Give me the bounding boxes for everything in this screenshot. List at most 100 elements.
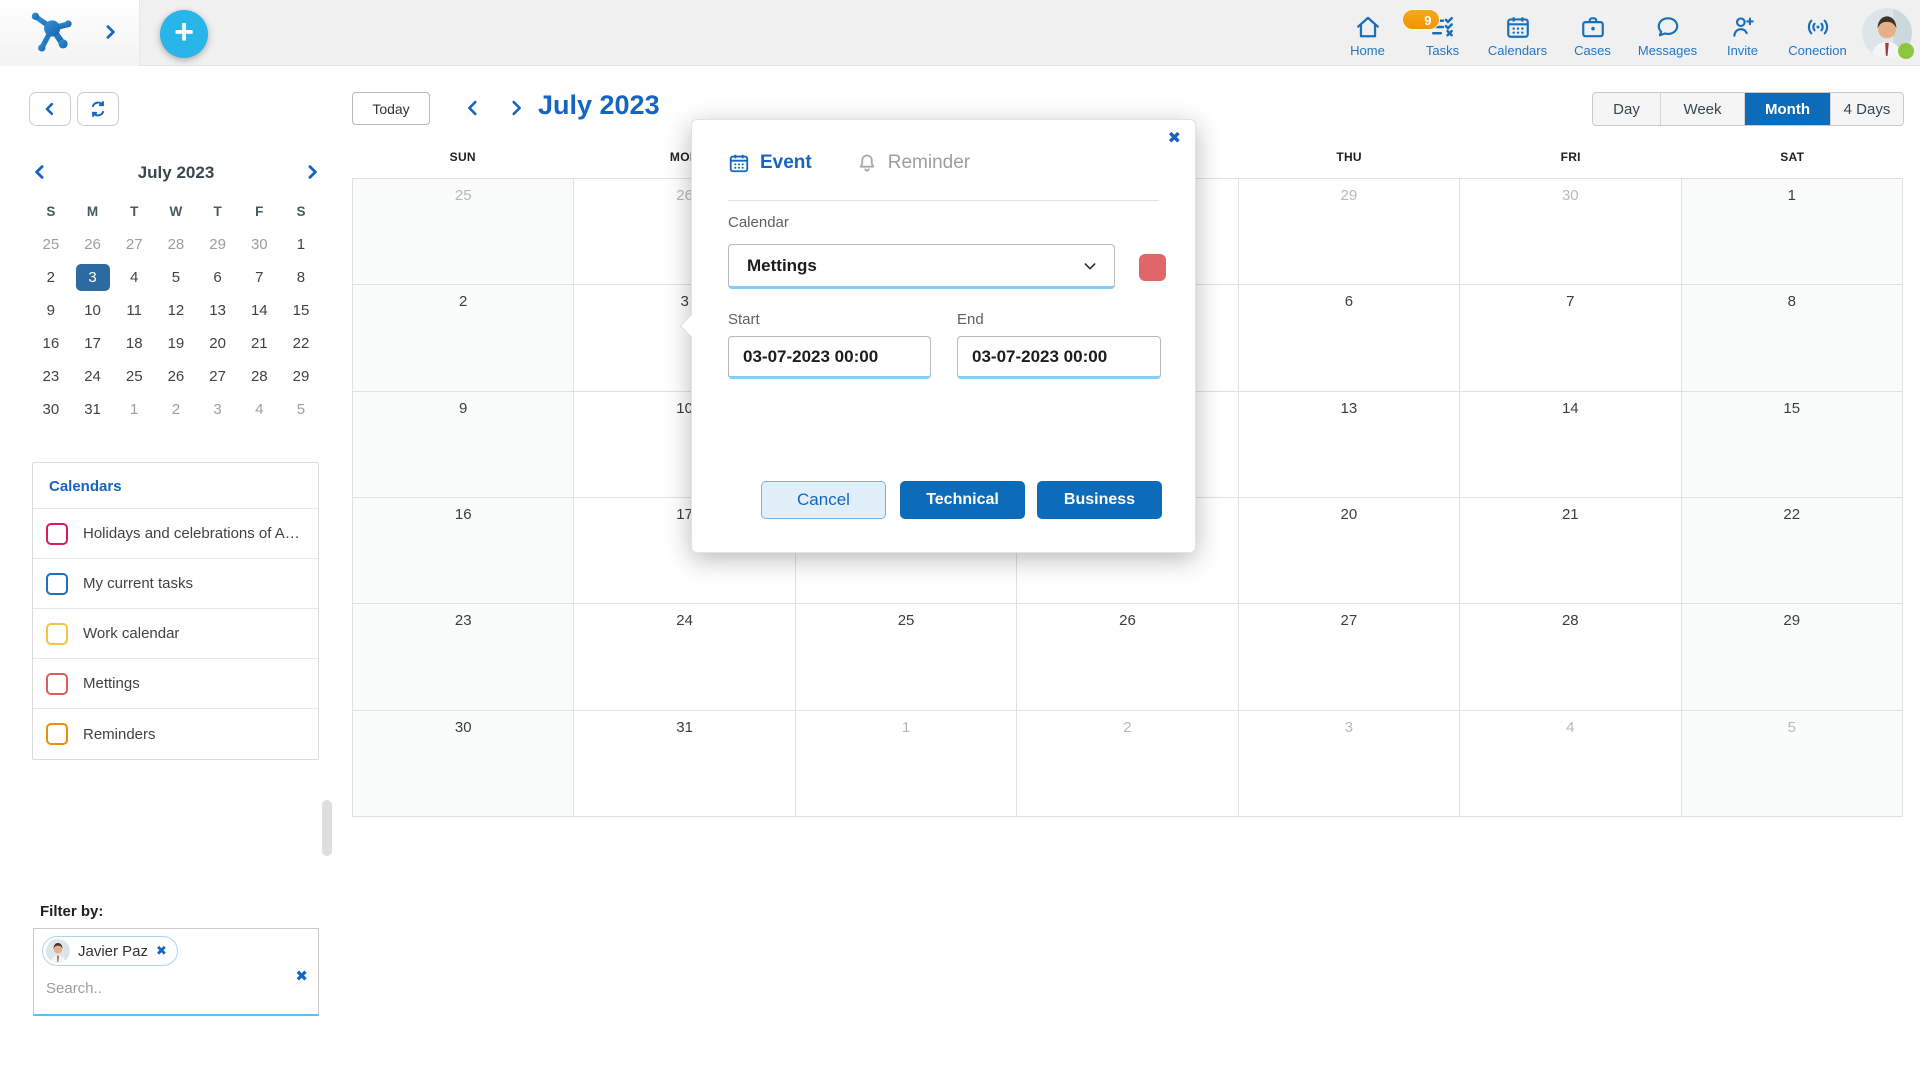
mini-day[interactable]: 5 — [280, 393, 322, 426]
calendar-checkbox[interactable] — [46, 672, 68, 695]
mini-day[interactable]: 10 — [72, 294, 114, 327]
mini-day[interactable]: 4 — [113, 261, 155, 294]
day-cell[interactable]: 8 — [1681, 285, 1903, 392]
calendar-color-swatch[interactable] — [1139, 254, 1166, 281]
mini-day[interactable]: 22 — [280, 327, 322, 360]
mini-day[interactable]: 1 — [113, 393, 155, 426]
end-input[interactable] — [957, 336, 1161, 379]
day-cell[interactable]: 15 — [1681, 391, 1903, 498]
nav-calendars[interactable]: Calendars — [1480, 5, 1555, 63]
day-cell[interactable]: 27 — [1238, 604, 1461, 711]
mini-day[interactable]: 26 — [155, 360, 197, 393]
mini-day[interactable]: 29 — [197, 228, 239, 261]
mini-day[interactable]: 9 — [30, 294, 72, 327]
day-cell[interactable]: 23 — [353, 604, 575, 711]
mini-day[interactable]: 13 — [197, 294, 239, 327]
calendar-checkbox[interactable] — [46, 572, 68, 595]
nav-invite[interactable]: Invite — [1705, 5, 1780, 63]
day-cell[interactable]: 1 — [1681, 179, 1903, 286]
mini-day[interactable]: 25 — [113, 360, 155, 393]
mini-day[interactable]: 25 — [30, 228, 72, 261]
day-cell[interactable]: 3 — [1238, 710, 1461, 817]
view-month[interactable]: Month — [1744, 93, 1830, 125]
day-cell[interactable]: 13 — [1238, 391, 1461, 498]
mini-day[interactable]: 30 — [30, 393, 72, 426]
nav-tasks[interactable]: 9 Tasks — [1401, 5, 1480, 63]
day-cell[interactable]: 29 — [1681, 604, 1903, 711]
mini-prev-month-icon[interactable] — [30, 162, 60, 184]
tab-event[interactable]: Event — [728, 152, 812, 174]
day-cell[interactable]: 9 — [353, 391, 575, 498]
technical-button[interactable]: Technical — [900, 481, 1025, 519]
day-cell[interactable]: 25 — [353, 179, 575, 286]
mini-day[interactable]: 14 — [238, 294, 280, 327]
mini-day[interactable]: 11 — [113, 294, 155, 327]
day-cell[interactable]: 16 — [353, 497, 575, 605]
day-cell[interactable]: 2 — [353, 285, 575, 392]
calendar-list-item[interactable]: Holidays and celebrations of A… — [33, 509, 318, 559]
tab-reminder[interactable]: Reminder — [856, 152, 970, 174]
calendar-checkbox[interactable] — [46, 522, 68, 545]
mini-day[interactable]: 4 — [238, 393, 280, 426]
mini-day[interactable]: 30 — [238, 228, 280, 261]
mini-day[interactable]: 8 — [280, 261, 322, 294]
add-button[interactable]: + — [160, 10, 208, 58]
mini-day[interactable]: 19 — [155, 327, 197, 360]
nav-cases[interactable]: Cases — [1555, 5, 1630, 63]
mini-day[interactable]: 1 — [280, 228, 322, 261]
day-cell[interactable]: 4 — [1460, 710, 1682, 817]
today-button[interactable]: Today — [352, 92, 430, 125]
mini-day[interactable]: 18 — [113, 327, 155, 360]
mini-day[interactable]: 31 — [72, 393, 114, 426]
sidebar-scrollbar[interactable] — [322, 800, 332, 856]
calendar-checkbox[interactable] — [46, 723, 68, 745]
view-day[interactable]: Day — [1593, 93, 1660, 125]
filter-search-input[interactable] — [46, 980, 246, 997]
day-cell[interactable]: 6 — [1238, 285, 1461, 392]
mini-day[interactable]: 29 — [280, 360, 322, 393]
next-month-icon[interactable] — [505, 97, 529, 121]
mini-day[interactable]: 5 — [155, 261, 197, 294]
day-cell[interactable]: 26 — [1017, 604, 1239, 711]
calendar-select[interactable]: Mettings — [728, 244, 1115, 289]
day-cell[interactable]: 25 — [795, 604, 1018, 711]
mini-day-selected[interactable]: 3 — [72, 261, 114, 294]
filter-clear-icon[interactable]: ✖ — [295, 967, 308, 985]
prev-month-icon[interactable] — [462, 97, 486, 121]
day-cell[interactable]: 7 — [1460, 285, 1682, 392]
view-week[interactable]: Week — [1660, 93, 1744, 125]
business-button[interactable]: Business — [1037, 481, 1162, 519]
day-cell[interactable]: 21 — [1460, 497, 1682, 605]
mini-day[interactable]: 2 — [155, 393, 197, 426]
calendar-list-item[interactable]: Reminders — [33, 709, 318, 759]
day-cell[interactable]: 28 — [1460, 604, 1682, 711]
mini-day[interactable]: 17 — [72, 327, 114, 360]
day-cell[interactable]: 30 — [1460, 179, 1682, 286]
day-cell[interactable]: 24 — [574, 604, 796, 711]
mini-day[interactable]: 21 — [238, 327, 280, 360]
nav-conection[interactable]: Conection — [1780, 5, 1855, 63]
mini-day[interactable]: 16 — [30, 327, 72, 360]
day-cell[interactable]: 22 — [1681, 497, 1903, 605]
day-cell[interactable]: 30 — [353, 710, 575, 817]
day-cell[interactable]: 1 — [795, 710, 1018, 817]
calendar-list-item[interactable]: Work calendar — [33, 609, 318, 659]
mini-next-month-icon[interactable] — [292, 162, 322, 184]
day-cell[interactable]: 5 — [1681, 710, 1903, 817]
mini-day[interactable]: 28 — [155, 228, 197, 261]
sidebar-collapse-button[interactable] — [29, 92, 71, 126]
user-avatar[interactable] — [1862, 8, 1914, 59]
app-logo-icon[interactable] — [28, 10, 74, 56]
mini-day[interactable]: 15 — [280, 294, 322, 327]
calendar-checkbox[interactable] — [46, 622, 68, 645]
nav-messages[interactable]: Messages — [1630, 5, 1705, 63]
mini-day[interactable]: 7 — [238, 261, 280, 294]
mini-day[interactable]: 20 — [197, 327, 239, 360]
mini-day[interactable]: 2 — [30, 261, 72, 294]
nav-home[interactable]: Home — [1330, 5, 1405, 63]
chip-remove-icon[interactable]: ✖ — [156, 943, 167, 959]
cancel-button[interactable]: Cancel — [761, 481, 886, 519]
view-4-days[interactable]: 4 Days — [1830, 93, 1903, 125]
mini-day[interactable]: 23 — [30, 360, 72, 393]
mini-day[interactable]: 26 — [72, 228, 114, 261]
